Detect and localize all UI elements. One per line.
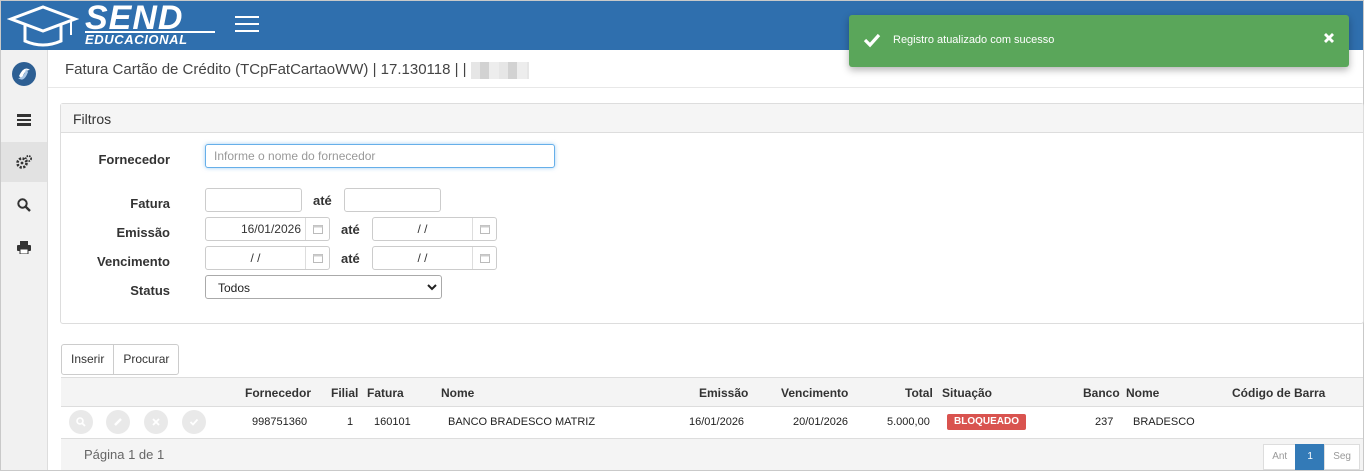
- cell-emissao: 16/01/2026: [689, 416, 745, 428]
- page-info: Página 1 de 1: [84, 447, 165, 462]
- emissao-label: Emissão: [116, 225, 170, 240]
- table-footer: Página 1 de 1 Ant 1 Seg: [61, 438, 1363, 470]
- cell-vencimento: 20/01/2026: [793, 416, 849, 428]
- brand-logo[interactable]: SEND EDUCACIONAL: [1, 0, 219, 50]
- emissao-to-value: / /: [417, 222, 428, 236]
- sidebar: [1, 50, 48, 470]
- cell-fatura: 160101: [374, 416, 411, 428]
- calendar-icon[interactable]: [472, 218, 496, 240]
- col-vencimento[interactable]: Vencimento: [781, 378, 848, 408]
- cell-total: 5.000,00: [887, 416, 930, 428]
- vencimento-range-label: até: [341, 251, 360, 266]
- chevron-down-icon: [427, 284, 437, 291]
- col-fatura[interactable]: Fatura: [367, 378, 404, 408]
- pagination: Ant 1 Seg: [1263, 444, 1360, 470]
- fornecedor-input[interactable]: [205, 144, 555, 168]
- fornecedor-label: Fornecedor: [98, 152, 170, 167]
- status-select-value: Todos: [218, 281, 251, 295]
- search-icon[interactable]: [1, 185, 47, 225]
- success-toast: Registro atualizado com sucesso: [849, 15, 1349, 67]
- col-codigo-barra[interactable]: Código de Barra: [1232, 378, 1325, 408]
- table-header: Fornecedor Filial Fatura Nome Emissão Ve…: [61, 377, 1363, 407]
- calendar-icon[interactable]: [305, 218, 329, 240]
- current-page-button[interactable]: 1: [1295, 444, 1326, 470]
- gears-icon[interactable]: [1, 142, 47, 182]
- col-emissao[interactable]: Emissão: [699, 378, 748, 408]
- col-nome[interactable]: Nome: [441, 378, 474, 408]
- calendar-icon[interactable]: [305, 247, 329, 269]
- delete-icon[interactable]: [144, 410, 168, 434]
- emissao-from-field[interactable]: 16/01/2026: [205, 217, 330, 241]
- emissao-range-label: até: [341, 222, 360, 237]
- list-icon[interactable]: [1, 100, 47, 140]
- cell-banco: 237: [1095, 416, 1114, 428]
- filters-panel-title: Filtros: [61, 104, 1363, 133]
- table-row[interactable]: 998751360 1 160101 BANCO BRADESCO MATRIZ…: [61, 407, 1363, 437]
- vencimento-label: Vencimento: [97, 254, 170, 269]
- vencimento-to-field[interactable]: / /: [372, 246, 497, 270]
- prev-page-button[interactable]: Ant: [1263, 444, 1297, 470]
- search-button[interactable]: Procurar: [113, 344, 180, 375]
- toast-message: Registro atualizado com sucesso: [893, 34, 1055, 46]
- next-page-button[interactable]: Seg: [1324, 444, 1360, 470]
- graduation-cap-icon: [7, 5, 79, 47]
- brand-name-bottom: EDUCACIONAL: [85, 32, 188, 47]
- insert-button[interactable]: Inserir: [61, 344, 115, 375]
- status-label: Status: [130, 283, 170, 298]
- redacted-value: [470, 61, 529, 79]
- col-nome-banco[interactable]: Nome: [1126, 378, 1159, 408]
- col-fornecedor[interactable]: Fornecedor: [245, 378, 311, 408]
- menu-toggle-icon[interactable]: [235, 16, 259, 36]
- fatura-range-label: até: [313, 193, 332, 208]
- status-badge: BLOQUEADO: [947, 414, 1026, 430]
- calendar-icon[interactable]: [472, 247, 496, 269]
- print-icon[interactable]: [1, 227, 47, 267]
- col-total[interactable]: Total: [905, 378, 933, 408]
- cell-nome-banco: BRADESCO: [1133, 416, 1195, 428]
- approve-icon[interactable]: [182, 410, 206, 434]
- divider: [48, 87, 1363, 88]
- page-title-text: Fatura Cartão de Crédito (TCpFatCartaoWW…: [65, 61, 467, 78]
- emissao-to-field[interactable]: / /: [372, 217, 497, 241]
- cell-fornecedor: 998751360: [252, 416, 308, 428]
- edit-icon[interactable]: [106, 410, 130, 434]
- fatura-from-input[interactable]: [205, 188, 302, 212]
- col-situacao[interactable]: Situação: [942, 378, 992, 408]
- check-icon: [863, 33, 881, 48]
- page-title: Fatura Cartão de Crédito (TCpFatCartaoWW…: [65, 61, 529, 79]
- app-logo-icon[interactable]: [1, 54, 47, 94]
- results-table: Fornecedor Filial Fatura Nome Emissão Ve…: [61, 377, 1363, 437]
- fatura-to-input[interactable]: [344, 188, 441, 212]
- fatura-label: Fatura: [130, 196, 170, 211]
- status-select[interactable]: Todos: [205, 275, 442, 299]
- col-filial[interactable]: Filial: [331, 378, 358, 408]
- col-banco[interactable]: Banco: [1083, 378, 1120, 408]
- cell-filial: 1: [347, 416, 354, 428]
- action-buttons: Inserir Procurar: [61, 344, 180, 375]
- vencimento-from-field[interactable]: / /: [205, 246, 330, 270]
- cell-nome: BANCO BRADESCO MATRIZ: [448, 416, 596, 428]
- vencimento-to-value: / /: [417, 251, 428, 265]
- vencimento-from-value: / /: [250, 251, 261, 265]
- emissao-from-value: 16/01/2026: [240, 222, 301, 236]
- view-icon[interactable]: [69, 410, 93, 434]
- close-icon[interactable]: [1323, 32, 1335, 44]
